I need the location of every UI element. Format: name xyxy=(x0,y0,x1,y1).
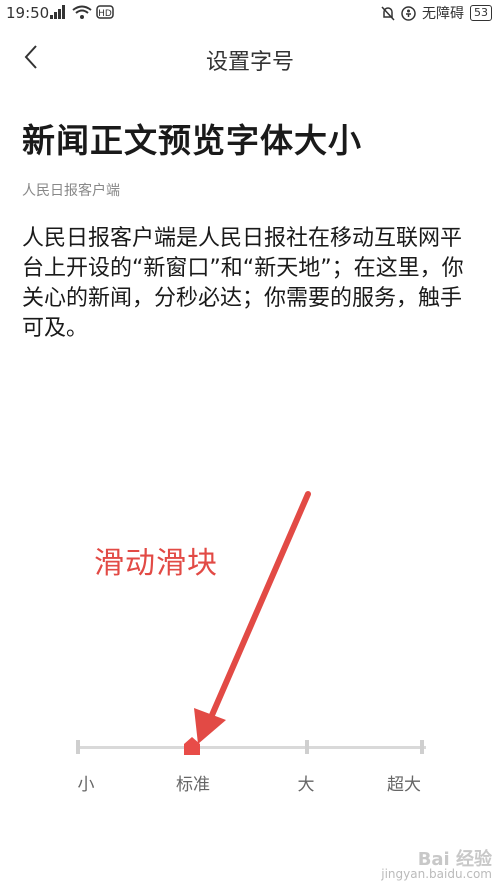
watermark-url: jingyan.baidu.com xyxy=(381,867,492,881)
preview-title: 新闻正文预览字体大小 xyxy=(22,121,362,160)
top-bar: 设置字号 xyxy=(0,32,500,84)
slider-label-standard[interactable]: 标准 xyxy=(176,770,210,795)
status-time: 19:50 xyxy=(6,4,50,22)
preview-body: 人民日报客户端是人民日报社在移动互联网平台上开设的“新窗口”和“新天地”；在这里… xyxy=(22,226,464,341)
slider-tick-xlarge[interactable] xyxy=(420,740,424,754)
preview-source: 人民日报客户端 xyxy=(22,183,120,199)
accessibility-icon xyxy=(401,5,416,21)
status-bar: 19:50 HD 无障碍 53 xyxy=(0,0,500,26)
slider-thumb-shape xyxy=(184,737,200,755)
font-size-slider[interactable] xyxy=(76,736,426,758)
hd-icon: HD xyxy=(96,5,114,19)
watermark: Bai 经验 jingyan.baidu.com xyxy=(381,849,492,882)
wifi-icon xyxy=(72,5,92,19)
annotation-label: 滑动滑块 xyxy=(94,546,218,581)
page-title: 设置字号 xyxy=(205,50,294,75)
svg-text:HD: HD xyxy=(98,9,112,19)
status-icons: HD xyxy=(50,5,114,19)
signal-icon xyxy=(50,5,65,19)
slider-tick-small[interactable] xyxy=(76,740,80,754)
slider-track xyxy=(76,746,426,749)
slider-thumb[interactable] xyxy=(183,736,201,756)
watermark-logo: Bai 经验 xyxy=(417,849,492,870)
slider-tick-large[interactable] xyxy=(305,740,309,754)
bell-off-icon xyxy=(381,5,395,21)
accessibility-label: 无障碍 xyxy=(422,6,464,22)
slider-label-small[interactable]: 小 xyxy=(78,770,95,795)
slider-label-xlarge[interactable]: 超大 xyxy=(387,770,421,795)
slider-label-large[interactable]: 大 xyxy=(298,770,315,795)
battery-indicator: 53 xyxy=(470,5,492,21)
